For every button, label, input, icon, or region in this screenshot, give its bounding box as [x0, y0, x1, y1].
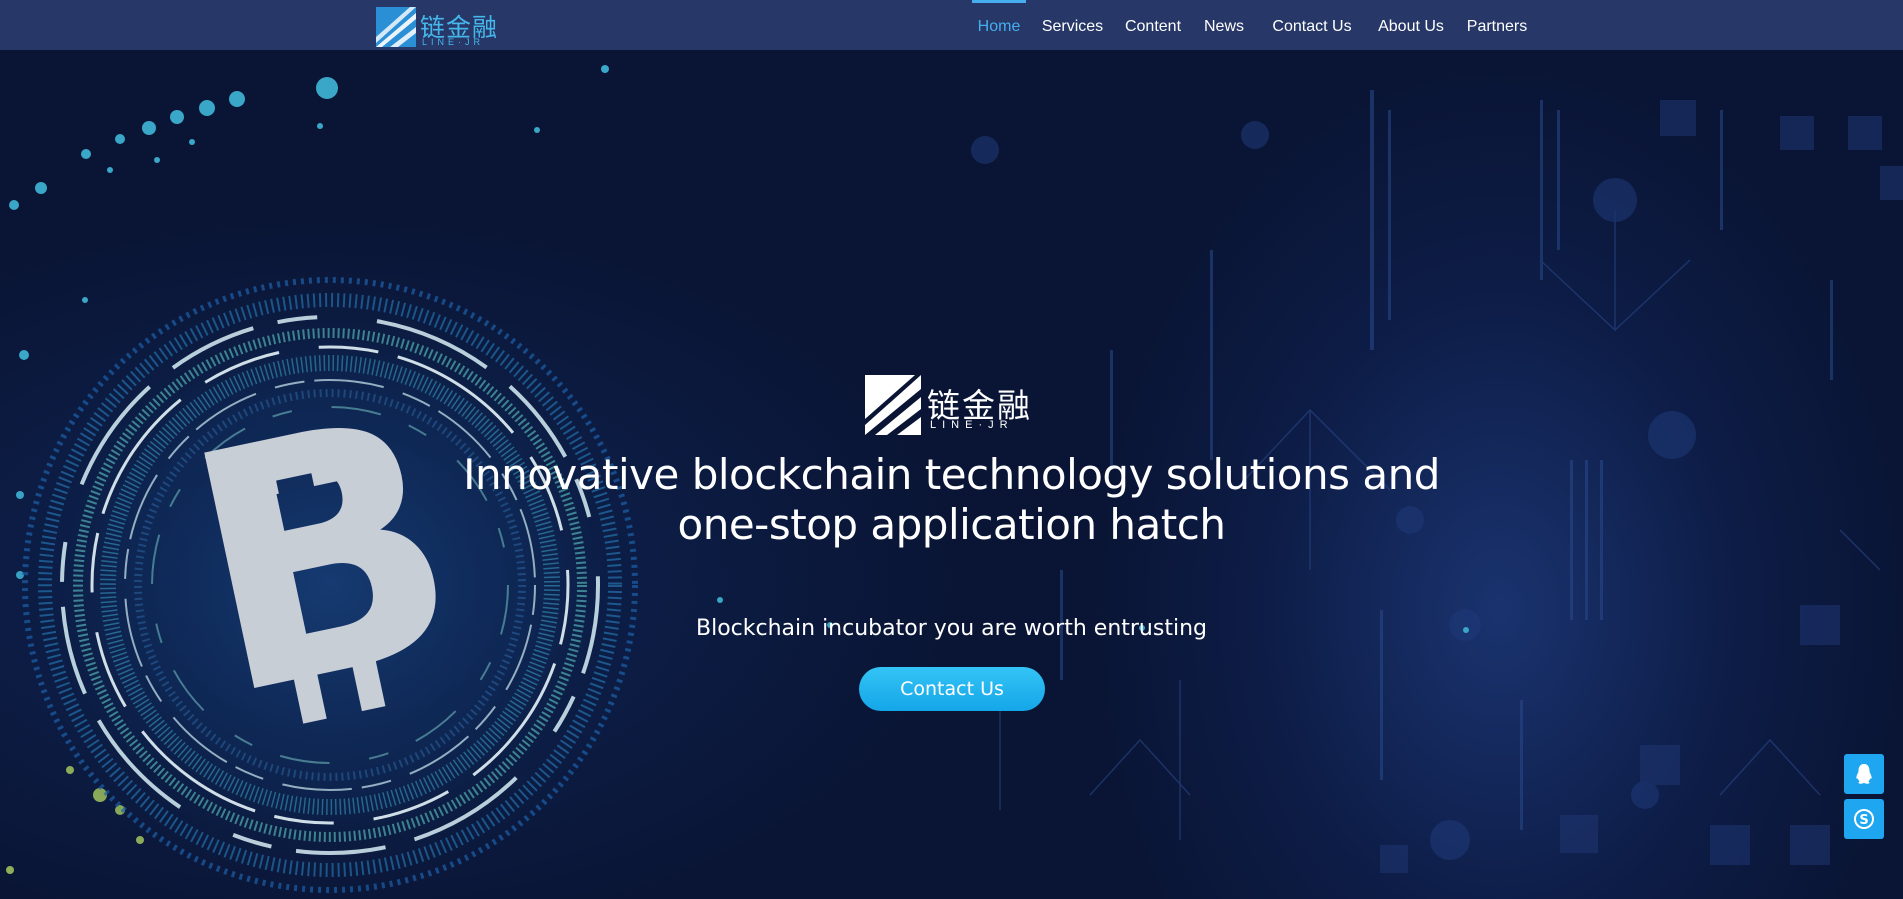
hero-logo-mark-icon [865, 375, 921, 435]
qq-icon [1856, 764, 1872, 784]
nav-contact-us[interactable]: Contact Us [1263, 0, 1361, 50]
nav-news[interactable]: News [1197, 0, 1251, 50]
nav-partners[interactable]: Partners [1457, 0, 1537, 50]
hero-subheadline: Blockchain incubator you are worth entru… [696, 616, 1207, 641]
hero-headline-line-2: one-stop application hatch [677, 500, 1226, 549]
skype-icon: S [1854, 809, 1874, 829]
hero-headline-line-1: Innovative blockchain technology solutio… [463, 450, 1440, 499]
qq-chat-button[interactable] [1844, 754, 1884, 794]
nav-services[interactable]: Services [1035, 0, 1110, 50]
svg-text:S: S [1859, 813, 1868, 828]
hero-content: 链金融 LINE·JR Innovative blockchain techno… [0, 50, 1903, 899]
nav-home[interactable]: Home [972, 0, 1026, 50]
hero-headline: Innovative blockchain technology solutio… [450, 450, 1453, 550]
nav-content[interactable]: Content [1118, 0, 1188, 50]
site-logo[interactable]: 链金融 LINE·JR [376, 7, 500, 47]
skype-chat-button[interactable]: S [1844, 799, 1884, 839]
logo-english-text: LINE·JR [422, 37, 485, 47]
logo-mark-icon [376, 7, 416, 47]
hero-logo-english-text: LINE·JR [930, 419, 1014, 431]
top-navbar: 链金融 LINE·JR Home Services Content News C… [0, 0, 1903, 50]
hero-banner: B 链金融 LINE·JR Innovative blockchain tech… [0, 50, 1903, 899]
contact-us-button[interactable]: Contact Us [859, 667, 1045, 711]
nav-about-us[interactable]: About Us [1366, 0, 1456, 50]
hero-logo: 链金融 LINE·JR [865, 375, 1040, 437]
